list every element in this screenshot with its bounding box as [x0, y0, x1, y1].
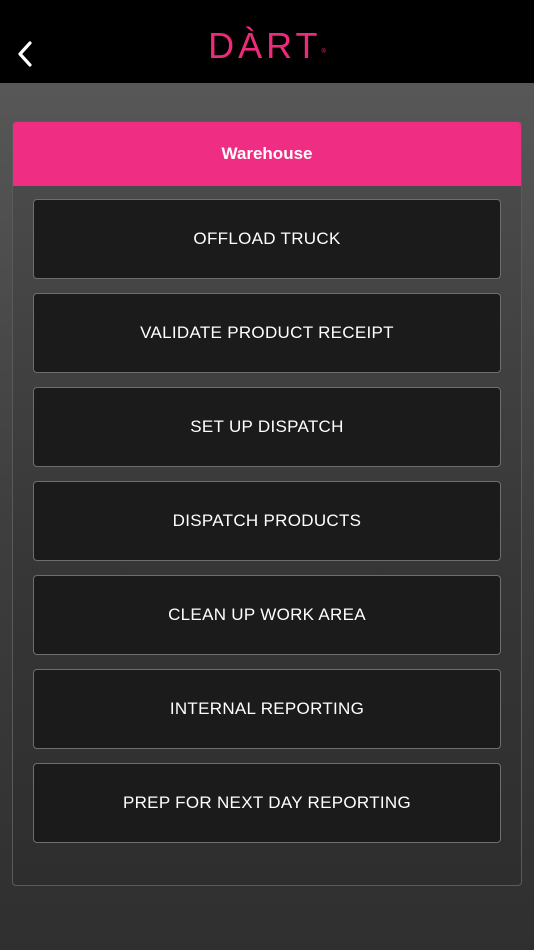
button-label: DISPATCH PRODUCTS [172, 511, 362, 530]
clean-up-work-area-button[interactable]: CLEAN UP WORK AREA [33, 575, 501, 655]
trademark-mark: ® [321, 49, 326, 55]
button-label: SET UP DISPATCH [190, 417, 344, 436]
internal-reporting-button[interactable]: INTERNAL REPORTING [33, 669, 501, 749]
button-label: VALIDATE PRODUCT RECEIPT [140, 323, 394, 342]
section-title: Warehouse [221, 144, 313, 163]
top-nav-bar: DÀRT® [0, 0, 534, 83]
app-logo-text: DÀRT [208, 25, 322, 66]
button-label: INTERNAL REPORTING [169, 699, 365, 718]
prep-for-next-day-reporting-button[interactable]: PREP FOR NEXT DAY REPORTING [33, 763, 501, 843]
app-logo: DÀRT® [0, 26, 534, 66]
set-up-dispatch-button[interactable]: SET UP DISPATCH [33, 387, 501, 467]
button-label: PREP FOR NEXT DAY REPORTING [122, 793, 412, 812]
warehouse-panel: Warehouse OFFLOAD TRUCK VALIDATE PRODUCT… [12, 121, 522, 886]
section-header: Warehouse [13, 122, 521, 186]
button-label: CLEAN UP WORK AREA [168, 605, 366, 624]
offload-truck-button[interactable]: OFFLOAD TRUCK [33, 199, 501, 279]
dispatch-products-button[interactable]: DISPATCH PRODUCTS [33, 481, 501, 561]
button-label: OFFLOAD TRUCK [193, 229, 341, 248]
validate-product-receipt-button[interactable]: VALIDATE PRODUCT RECEIPT [33, 293, 501, 373]
